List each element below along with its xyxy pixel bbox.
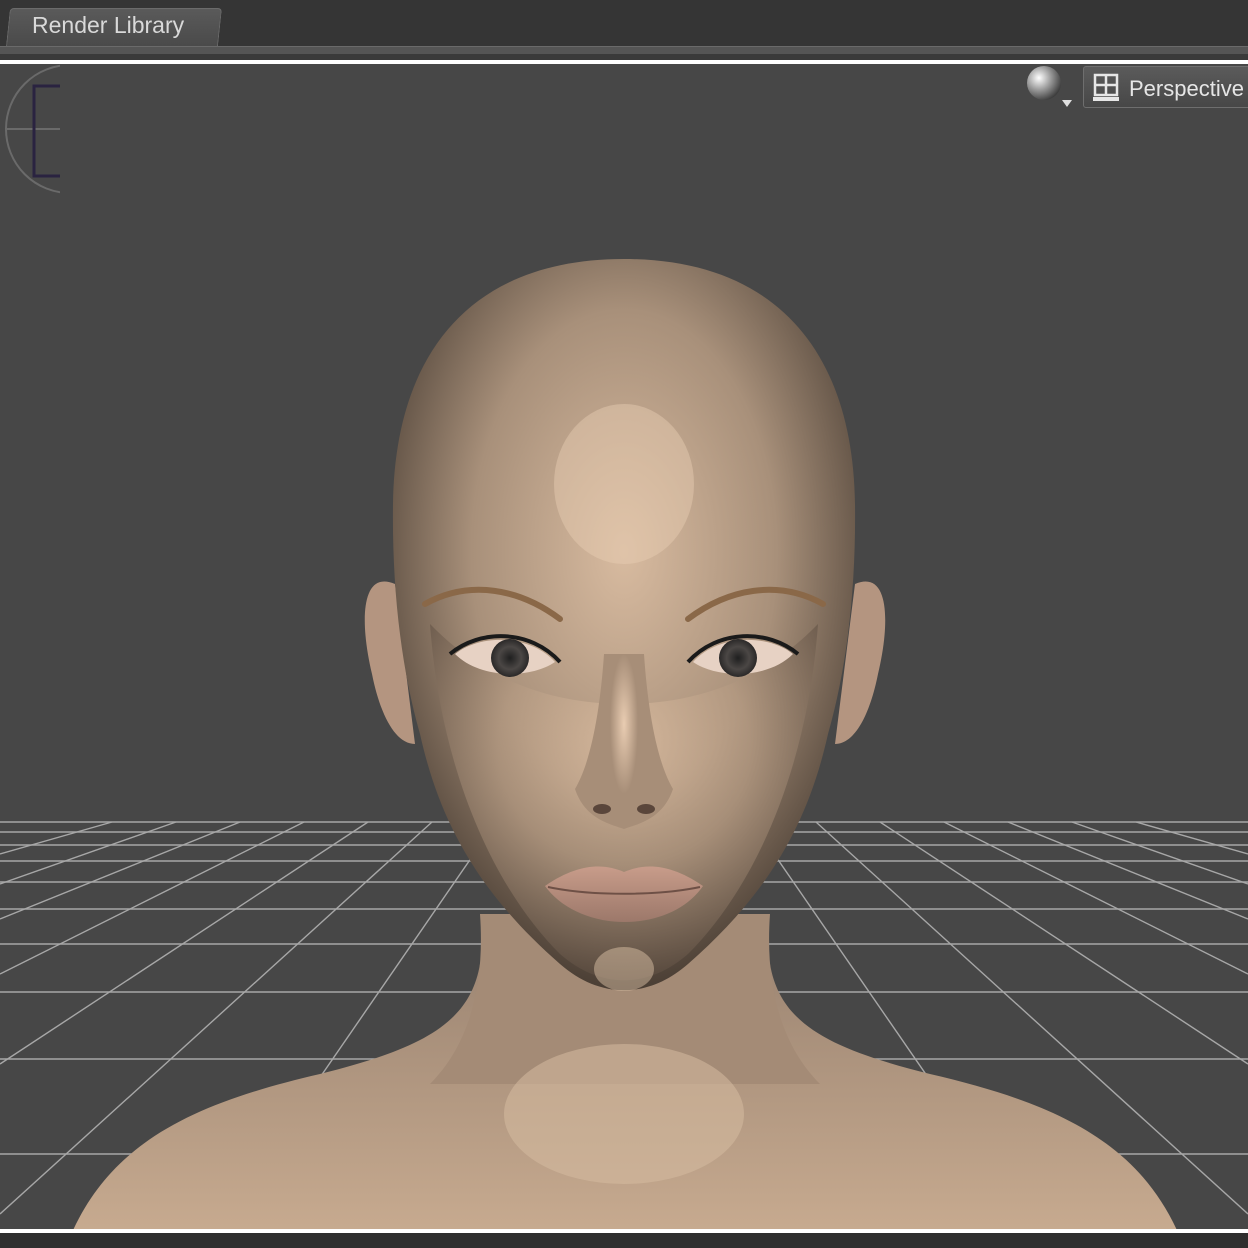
camera-label: Perspective	[1129, 76, 1244, 101]
tab-bar: Render Library	[0, 0, 1248, 46]
divider	[0, 54, 1248, 59]
scene-render	[0, 259, 1248, 1229]
sphere-shading-icon[interactable]	[1024, 64, 1074, 112]
camera-select-button[interactable]: Perspective	[1083, 66, 1248, 108]
viewport-3d[interactable]	[0, 60, 1248, 1233]
tab-render-library-label: Render Library	[32, 12, 185, 38]
chevron-down-icon	[1062, 100, 1072, 107]
orientation-compass[interactable]	[0, 64, 60, 194]
camera-view-icon	[1092, 73, 1120, 108]
status-strip	[0, 1233, 1248, 1248]
